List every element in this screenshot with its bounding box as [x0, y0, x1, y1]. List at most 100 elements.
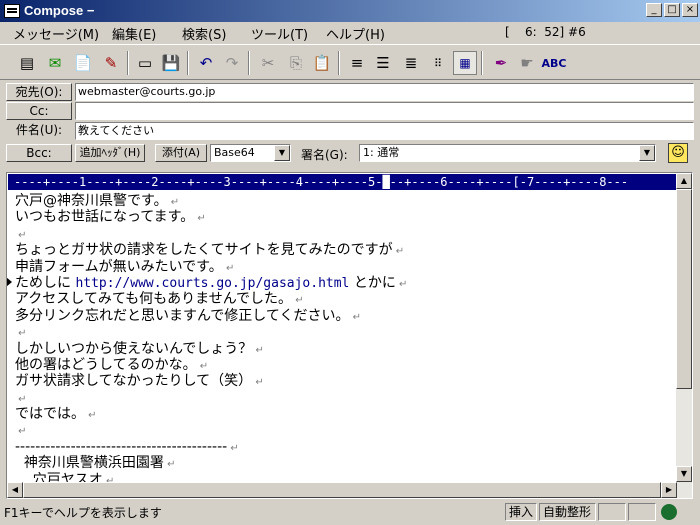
cc-row: Cc: — [0, 101, 700, 121]
subject-row: 件名(U): 教えてください — [0, 121, 700, 141]
body-line: ↵ — [15, 324, 675, 340]
spellcheck-icon[interactable]: ABC — [542, 51, 567, 75]
align-right-icon[interactable]: ≣ — [399, 51, 423, 75]
status-panel-empty — [628, 503, 656, 521]
menu-search[interactable]: 検索(S) — [182, 24, 226, 43]
maximize-icon[interactable]: □ — [664, 3, 680, 17]
body-line: ----------------------------------------… — [15, 438, 239, 455]
body-line: ためしに http://www.courts.go.jp/gasajo.html… — [7, 275, 675, 291]
undo-icon[interactable]: ↶ — [194, 51, 218, 75]
copy-icon[interactable]: ⎘ — [284, 51, 308, 75]
page-icon[interactable]: ▭ — [133, 51, 157, 75]
app-icon[interactable] — [4, 4, 20, 18]
vertical-scrollbar[interactable]: ▲ ▼ — [676, 173, 692, 498]
smiley-icon[interactable]: ☺ — [668, 143, 688, 163]
editor[interactable]: ----+----1----+----2----+----3----+----4… — [6, 172, 693, 499]
body-line: しかしいつから使えないんでしょう？ ↵ — [15, 340, 264, 357]
vertical-scroll-thumb[interactable] — [676, 189, 692, 389]
body-line: 穴戸@神奈川県警です。 ↵ — [15, 193, 180, 209]
return-mark-icon: ↵ — [15, 328, 27, 340]
return-mark-icon: ↵ — [163, 459, 176, 471]
save-icon[interactable]: 💾 — [159, 51, 183, 75]
compose-window: Compose − _ □ × メッセージ(M) 編集(E) 検索(S) ツール… — [0, 0, 700, 525]
hand-icon[interactable]: ☛ — [515, 51, 539, 75]
chevron-down-icon[interactable]: ▼ — [274, 145, 290, 161]
horizontal-scrollbar[interactable]: ◀ ▶ — [7, 482, 677, 498]
signature-label: 署名(G): — [301, 148, 348, 162]
return-mark-icon: ↵ — [252, 377, 264, 389]
to-row: 宛先(O): webmaster@courts.go.jp — [0, 82, 700, 102]
subject-label: 件名(U): — [15, 123, 63, 137]
grid-icon[interactable]: ▦ — [453, 51, 477, 75]
align-left-icon[interactable]: ☰ — [371, 51, 395, 75]
status-help: F1キーでヘルプを表示します — [4, 506, 162, 520]
body-line: ↵ — [15, 422, 675, 438]
body-line: 他の署はどうしてるのかな。 ↵ — [15, 356, 209, 373]
return-mark-icon: ↵ — [15, 393, 27, 405]
scroll-up-icon[interactable]: ▲ — [676, 173, 692, 189]
send-now-icon[interactable]: ✉ — [43, 51, 67, 75]
return-mark-icon: ↵ — [85, 410, 97, 422]
cut-icon[interactable]: ✂ — [256, 51, 280, 75]
body-line: 多分リンク忘れだと思いますんで修正してください。 ↵ — [15, 307, 362, 324]
body-line: アクセスしてみても何もありませんでした。 ↵ — [15, 291, 304, 308]
ruler: ----+----1----+----2----+----3----+----4… — [8, 174, 677, 190]
title-bar: Compose − _ □ × — [0, 0, 700, 22]
toolbar: ▤ ✉ 📄 ✎ ▭ 💾 ↶ ↷ ✂ ⎘ 📋 ≡ ☰ ≣ ⠿ ▦ ✒ ☛ ABC — [0, 44, 700, 80]
menu-help[interactable]: ヘルプ(H) — [326, 24, 385, 43]
body-line: 神奈川県警横浜田園署 ↵ — [15, 455, 176, 472]
window-title: Compose − — [24, 3, 95, 18]
signature-value: 1: 通常 — [363, 146, 400, 159]
minimize-icon[interactable]: _ — [646, 3, 662, 17]
body-line: ちょっとガサ状の請求をしたくてサイトを見てみたのですが ↵ — [15, 242, 405, 259]
return-mark-icon: ↵ — [227, 442, 239, 454]
return-mark-icon: ↵ — [252, 344, 264, 356]
return-mark-icon: ↵ — [392, 246, 405, 258]
attach-button[interactable]: 添付(A) — [155, 144, 207, 162]
save-draft-icon[interactable]: 📄 — [71, 51, 95, 75]
return-mark-icon: ↵ — [196, 360, 209, 372]
return-mark-icon: ↵ — [222, 262, 235, 274]
return-mark-icon: ↵ — [349, 311, 362, 323]
signature-select[interactable]: 1: 通常 ▼ — [359, 144, 656, 162]
body-line: ↵ — [15, 226, 675, 242]
signature-icon[interactable]: ✒ — [489, 51, 513, 75]
return-mark-icon: ↵ — [15, 426, 27, 438]
body-line: いつもお世話になってます。 ↵ — [15, 209, 206, 226]
horizontal-scroll-thumb[interactable] — [23, 482, 661, 498]
menu-edit[interactable]: 編集(E) — [112, 24, 156, 43]
message-body[interactable]: 穴戸@神奈川県警です。 ↵ いつもお世話になってます。 ↵ ↵ ちょっとガサ状の請求… — [7, 193, 675, 488]
globe-icon — [661, 504, 677, 520]
to-field[interactable]: webmaster@courts.go.jp — [75, 83, 694, 101]
align-center-icon[interactable]: ≡ — [345, 51, 369, 75]
menu-tools[interactable]: ツール(T) — [251, 24, 308, 43]
bcc-button[interactable]: Bcc: — [6, 144, 72, 162]
status-bar: F1キーでヘルプを表示します 挿入 自動整形 — [0, 501, 700, 523]
url-link[interactable]: http://www.courts.go.jp/gasajo.html — [75, 276, 349, 291]
status-panel-empty — [598, 503, 626, 521]
paste-icon[interactable]: 📋 — [310, 51, 334, 75]
to-button[interactable]: 宛先(O): — [6, 83, 72, 101]
scroll-down-icon[interactable]: ▼ — [676, 466, 692, 482]
redo-icon[interactable]: ↷ — [220, 51, 244, 75]
scroll-left-icon[interactable]: ◀ — [7, 482, 23, 498]
body-line: ↵ — [15, 390, 675, 406]
insert-mode: 挿入 — [505, 503, 537, 521]
cc-button[interactable]: Cc: — [6, 102, 72, 120]
send-queue-icon[interactable]: ▤ — [15, 51, 39, 75]
edit-icon[interactable]: ✎ — [99, 51, 123, 75]
encoding-select[interactable]: Base64 ▼ — [210, 144, 291, 162]
encoding-value: Base64 — [214, 146, 255, 159]
dots-icon[interactable]: ⠿ — [426, 51, 450, 75]
return-mark-icon: ↵ — [167, 197, 180, 208]
body-line: ガサ状請求してなかったりして（笑） ↵ — [15, 373, 264, 390]
body-line: 申請フォームが無いみたいです。 ↵ — [15, 258, 235, 275]
menu-message[interactable]: メッセージ(M) — [13, 24, 99, 43]
menu-bar: メッセージ(M) 編集(E) 検索(S) ツール(T) ヘルプ(H) [ 6: … — [0, 22, 700, 43]
add-header-button[interactable]: 追加ﾍｯﾀﾞ(H) — [75, 144, 145, 162]
chevron-down-icon[interactable]: ▼ — [639, 145, 655, 161]
cc-field[interactable] — [75, 102, 694, 120]
close-icon[interactable]: × — [682, 3, 698, 17]
subject-field[interactable]: 教えてください — [75, 122, 694, 140]
scroll-right-icon[interactable]: ▶ — [661, 482, 677, 498]
